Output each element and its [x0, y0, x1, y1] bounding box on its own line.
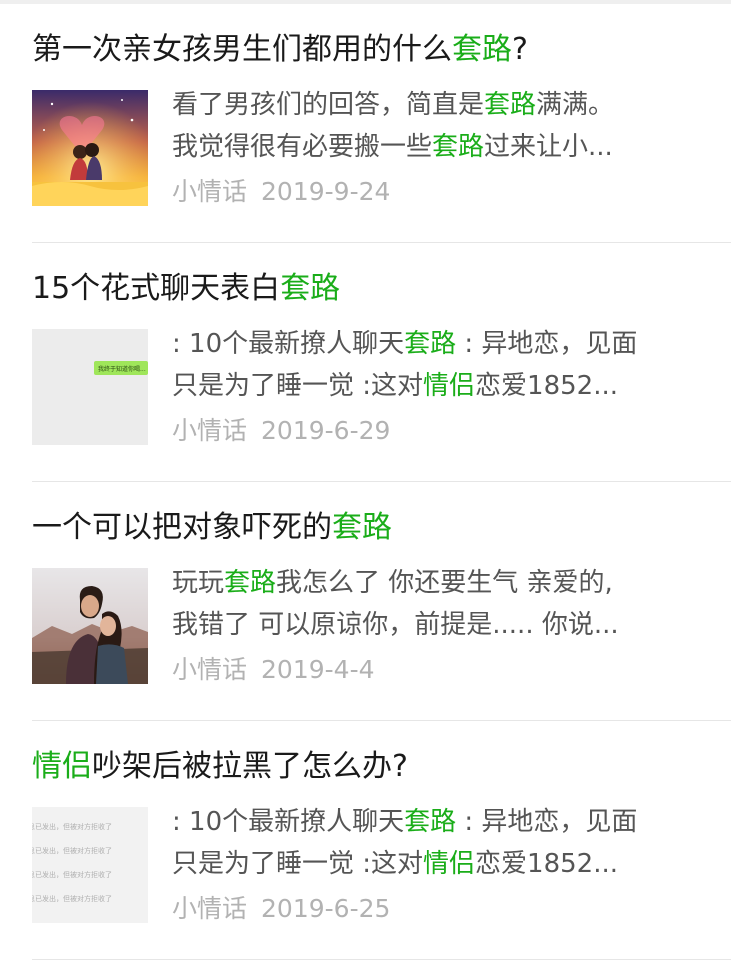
- text-segment: 过来让小...: [484, 132, 613, 162]
- result-meta: 小情话 2019-6-29: [172, 413, 390, 449]
- text-segment: : 异地恋，见面: [456, 807, 638, 837]
- keyword-highlight: 情侣: [423, 849, 476, 879]
- divider: [32, 959, 731, 960]
- result-summary: : 10个最新撩人聊天套路 : 异地恋，见面 只是为了睡一觉 :这对情侣恋爱18…: [172, 801, 696, 885]
- summary-line: 我错了 可以原谅你，前提是..... 你说...: [172, 604, 696, 646]
- text-segment: 第一次亲女孩男生们都用的什么: [32, 32, 452, 67]
- keyword-highlight: 情侣: [423, 371, 476, 401]
- summary-line: 只是为了睡一觉 :这对情侣恋爱1852...: [172, 843, 696, 885]
- thumb-blocked-text: 息已发出，但被对方拒收了: [32, 870, 112, 879]
- couple-on-moon-image: [32, 90, 148, 206]
- blocked-message-screenshot: 息已发出，但被对方拒收了 息已发出，但被对方拒收了 息已发出，但被对方拒收了 息…: [32, 807, 148, 923]
- result-meta: 小情话 2019-6-25: [172, 891, 390, 927]
- publish-date: 2019-6-25: [261, 894, 391, 923]
- result-summary: : 10个最新撩人聊天套路 : 异地恋，见面 只是为了睡一觉 :这对情侣恋爱18…: [172, 323, 696, 407]
- summary-line: : 10个最新撩人聊天套路 : 异地恋，见面: [172, 801, 696, 843]
- result-title[interactable]: 情侣吵架后被拉黑了怎么办?: [32, 745, 712, 789]
- source-name[interactable]: 小情话: [172, 894, 247, 923]
- result-title[interactable]: 第一次亲女孩男生们都用的什么套路?: [32, 28, 712, 72]
- result-summary: 玩玩套路我怎么了 你还要生气 亲爱的, 我错了 可以原谅你，前提是..... 你…: [172, 562, 696, 646]
- text-segment: 15个花式聊天表白: [32, 271, 281, 306]
- publish-date: 2019-4-4: [261, 655, 375, 684]
- keyword-highlight: 套路: [224, 568, 277, 598]
- keyword-highlight: 套路: [332, 510, 392, 545]
- summary-line: : 10个最新撩人聊天套路 : 异地恋，见面: [172, 323, 696, 365]
- source-name[interactable]: 小情话: [172, 416, 247, 445]
- keyword-highlight: 套路: [404, 807, 457, 837]
- search-result-list: 第一次亲女孩男生们都用的什么套路? 看了男孩们的回答，简直是套路满满。 我觉得很…: [0, 4, 731, 960]
- text-segment: 看了男孩们的回答，简直是: [172, 90, 485, 120]
- source-name[interactable]: 小情话: [172, 177, 247, 206]
- text-segment: 恋爱1852...: [475, 849, 619, 879]
- text-segment: : 异地恋，见面: [456, 329, 638, 359]
- text-segment: 只是为了睡一觉 :这对: [172, 849, 424, 879]
- result-thumbnail[interactable]: [32, 90, 148, 206]
- text-segment: 我怎么了 你还要生气 亲爱的,: [276, 568, 613, 598]
- text-segment: : 10个最新撩人聊天: [172, 329, 405, 359]
- text-segment: : 10个最新撩人聊天: [172, 807, 405, 837]
- text-segment: 玩玩: [172, 568, 225, 598]
- text-segment: 恋爱1852...: [475, 371, 619, 401]
- chat-screenshot-image: 我终于知道你喝...: [32, 329, 148, 445]
- couple-kissing-photo: [32, 568, 148, 684]
- result-summary: 看了男孩们的回答，简直是套路满满。 我觉得很有必要搬一些套路过来让小...: [172, 84, 696, 168]
- result-title[interactable]: 15个花式聊天表白套路: [32, 267, 712, 311]
- result-meta: 小情话 2019-9-24: [172, 174, 390, 210]
- source-name[interactable]: 小情话: [172, 655, 247, 684]
- keyword-highlight: 套路: [280, 271, 341, 306]
- result-item[interactable]: 15个花式聊天表白套路 我终于知道你喝... : 10个最新撩人聊天套路 : 异…: [0, 243, 731, 482]
- result-item[interactable]: 一个可以把对象吓死的套路 玩玩套路我怎么了 你还要生气 亲爱的, 我错了 可以原…: [0, 482, 731, 721]
- text-segment: 只是为了睡一觉 :这对: [172, 371, 424, 401]
- publish-date: 2019-6-29: [261, 416, 391, 445]
- result-item[interactable]: 情侣吵架后被拉黑了怎么办? 息已发出，但被对方拒收了 息已发出，但被对方拒收了 …: [0, 721, 731, 960]
- text-segment: 我错了 可以原谅你，前提是..... 你说...: [172, 610, 619, 640]
- summary-line: 我觉得很有必要搬一些套路过来让小...: [172, 126, 696, 168]
- keyword-highlight: 套路: [452, 32, 512, 67]
- result-meta: 小情话 2019-4-4: [172, 652, 375, 688]
- result-thumbnail[interactable]: 我终于知道你喝...: [32, 329, 148, 445]
- summary-line: 玩玩套路我怎么了 你还要生气 亲爱的,: [172, 562, 696, 604]
- keyword-highlight: 套路: [404, 329, 457, 359]
- keyword-highlight: 套路: [432, 132, 485, 162]
- result-item[interactable]: 第一次亲女孩男生们都用的什么套路? 看了男孩们的回答，简直是套路满满。 我觉得很…: [0, 4, 731, 243]
- publish-date: 2019-9-24: [261, 177, 391, 206]
- thumb-blocked-text: 息已发出，但被对方拒收了: [32, 846, 112, 855]
- thumb-blocked-text: 息已发出，但被对方拒收了: [32, 822, 112, 831]
- keyword-highlight: 情侣: [32, 749, 92, 784]
- summary-line: 看了男孩们的回答，简直是套路满满。: [172, 84, 696, 126]
- thumb-chat-text: 我终于知道你喝...: [98, 365, 146, 373]
- text-segment: 满满。: [536, 90, 615, 120]
- text-segment: 我觉得很有必要搬一些: [172, 132, 433, 162]
- text-segment: 吵架后被拉黑了怎么办?: [92, 749, 408, 784]
- result-title[interactable]: 一个可以把对象吓死的套路: [32, 506, 712, 550]
- text-segment: 一个可以把对象吓死的: [32, 510, 332, 545]
- keyword-highlight: 套路: [484, 90, 537, 120]
- thumb-blocked-text: 息已发出，但被对方拒收了: [32, 894, 112, 903]
- summary-line: 只是为了睡一觉 :这对情侣恋爱1852...: [172, 365, 696, 407]
- result-thumbnail[interactable]: 息已发出，但被对方拒收了 息已发出，但被对方拒收了 息已发出，但被对方拒收了 息…: [32, 807, 148, 923]
- result-thumbnail[interactable]: [32, 568, 148, 684]
- text-segment: ?: [512, 32, 528, 67]
